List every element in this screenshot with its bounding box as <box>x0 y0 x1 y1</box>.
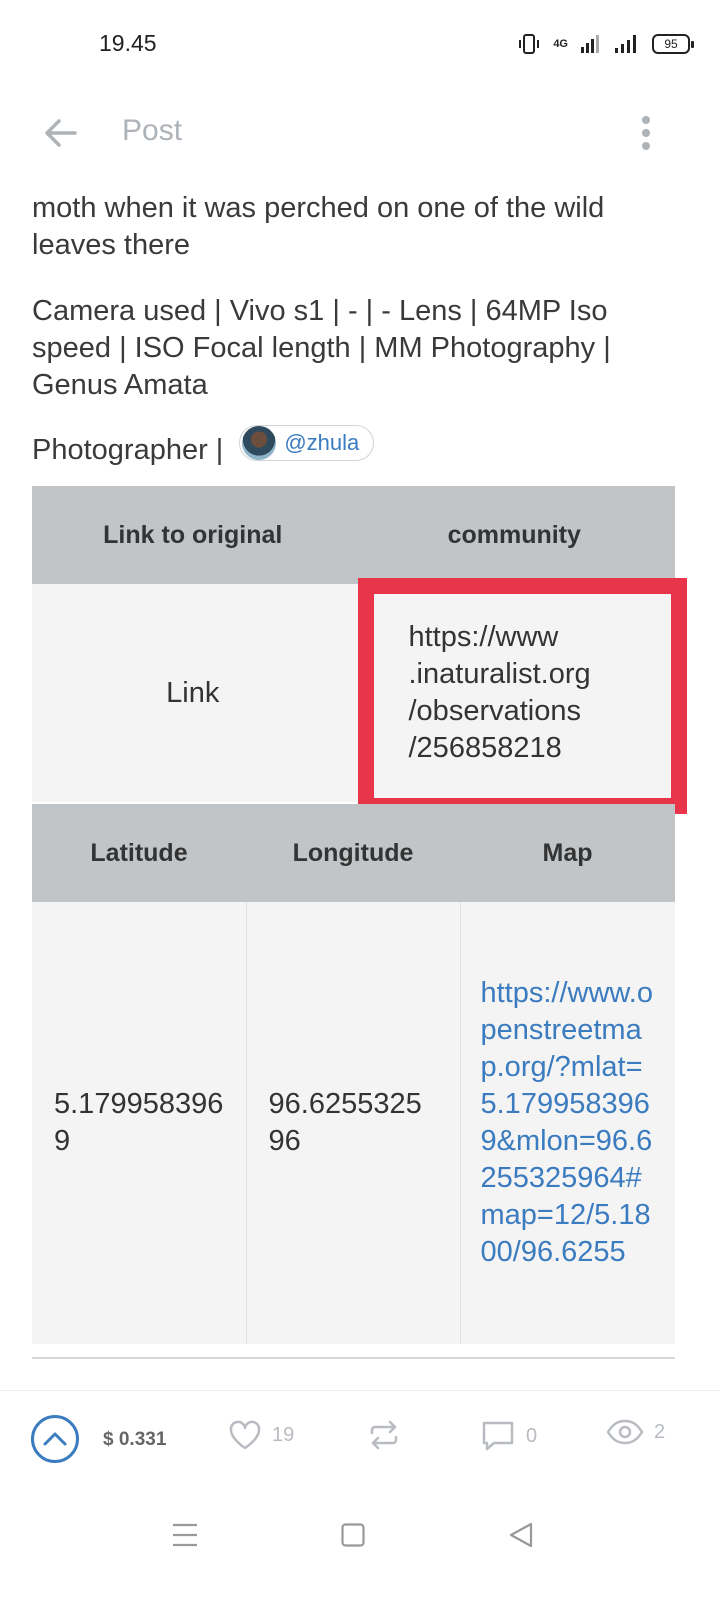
chevron-up-icon <box>43 1432 67 1446</box>
divider <box>32 1357 675 1359</box>
view-count: 2 <box>654 1420 666 1443</box>
app-header: Post <box>0 100 720 164</box>
comment-button[interactable]: 0 <box>480 1419 537 1453</box>
photographer-label: Photographer | <box>32 434 224 466</box>
recent-apps-button[interactable] <box>162 1512 208 1558</box>
table-header: Link to original <box>32 486 354 584</box>
location-table: Latitude Longitude Map 5.1799583969 96.6… <box>32 804 675 1344</box>
status-time: 19.45 <box>99 30 157 56</box>
mention-username: @zhula <box>284 430 360 455</box>
post-paragraph: moth when it was perched on one of the w… <box>32 192 605 261</box>
back-button[interactable] <box>38 110 84 156</box>
user-mention-chip[interactable]: @zhula <box>239 424 375 461</box>
table-header: community <box>353 486 675 584</box>
signal-icon-2 <box>615 35 636 53</box>
comment-icon <box>482 1421 514 1451</box>
map-link[interactable]: https://www.openstreetmap.org/?mlat=5.17… <box>460 902 675 1344</box>
home-button[interactable] <box>330 1512 376 1558</box>
post-paragraph-camera: Camera used | Vivo s1 | - | - Lens | 64M… <box>32 295 611 401</box>
photographer-line: Photographer | @zhula <box>32 424 687 469</box>
latitude-value: 5.1799583969 <box>32 902 247 1344</box>
heart-icon <box>229 1420 261 1450</box>
table-cell-link: Link <box>32 584 354 802</box>
avatar <box>242 425 277 460</box>
status-bar: 19.45 4G 95 <box>0 0 720 90</box>
original-link-table: Link to original community Link https://… <box>32 486 675 802</box>
battery-icon: 95 <box>652 34 694 54</box>
vibrate-icon <box>519 34 540 54</box>
system-nav-bar <box>0 1490 720 1600</box>
community-url-cell: https://www .inaturalist.org /observatio… <box>353 584 675 802</box>
menu-icon <box>173 1523 197 1547</box>
url-line: /256858218 <box>408 732 562 764</box>
url-line: /observations <box>408 695 582 727</box>
views-indicator: 2 <box>606 1419 665 1445</box>
more-vertical-icon <box>642 116 650 150</box>
url-line: https://www <box>408 621 559 653</box>
system-back-button[interactable] <box>498 1512 544 1558</box>
repeat-icon <box>370 1420 398 1450</box>
page-title: Post <box>122 114 183 147</box>
table-header: Longitude <box>246 804 460 902</box>
comment-count: 0 <box>526 1424 538 1447</box>
longitude-value: 96.625532596 <box>246 902 461 1344</box>
triangle-back-icon <box>509 1522 533 1548</box>
like-button[interactable]: 19 <box>228 1419 294 1451</box>
arrow-left-icon <box>45 119 77 147</box>
post-action-bar: $ 0.331 19 0 2 <box>0 1390 720 1490</box>
like-count: 19 <box>272 1423 295 1446</box>
status-icons: 4G 95 <box>517 30 694 58</box>
payout-value[interactable]: $ 0.331 <box>103 1429 166 1451</box>
network-type: 4G <box>553 38 568 50</box>
more-options-button[interactable] <box>626 110 666 156</box>
table-header: Map <box>460 804 675 902</box>
upvote-button[interactable] <box>31 1415 79 1463</box>
url-line: .inaturalist.org <box>408 658 591 690</box>
eye-icon <box>606 1419 644 1445</box>
table-header: Latitude <box>32 804 246 902</box>
square-icon <box>341 1523 365 1547</box>
reblog-button[interactable] <box>366 1419 402 1451</box>
signal-icon <box>581 35 599 53</box>
